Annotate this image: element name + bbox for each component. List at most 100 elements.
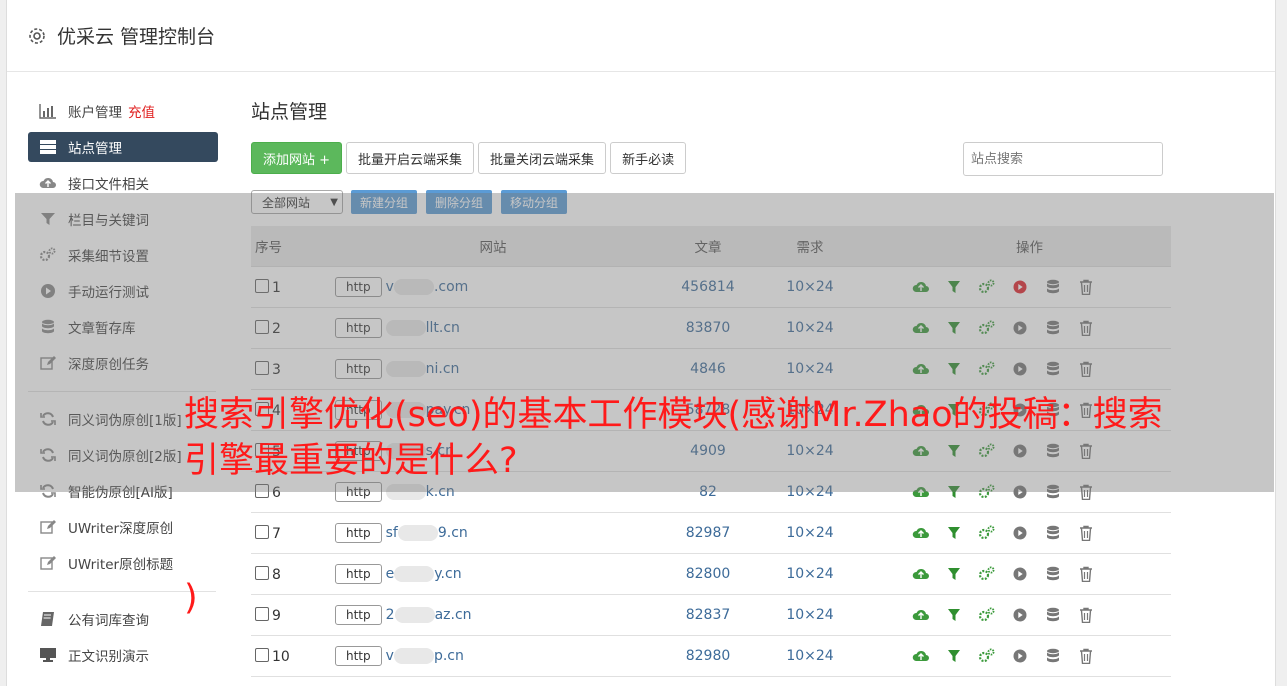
protocol-badge[interactable]: http [335,523,382,543]
site-domain-suffix[interactable]: y.cn [434,566,461,582]
filter-icon[interactable] [945,279,963,295]
trash-icon[interactable] [1077,648,1095,665]
sidebar-item-group3-1[interactable]: 正文识别演示 [28,640,218,670]
sidebar-item-group1-5[interactable]: 手动运行测试 [28,276,218,306]
site-domain-suffix[interactable]: .com [434,279,468,295]
play-icon[interactable] [1011,648,1029,664]
filter-icon[interactable] [945,566,963,582]
article-count[interactable]: 82837 [652,594,764,636]
play-icon[interactable] [1011,607,1029,623]
filter-icon[interactable] [945,525,963,541]
site-domain-suffix[interactable]: 9.cn [438,525,468,541]
site-domain-suffix[interactable]: llt.cn [426,320,460,336]
database-icon[interactable] [1044,566,1062,582]
database-icon[interactable] [1044,648,1062,664]
cogs-icon[interactable] [978,648,996,664]
play-icon[interactable] [1011,279,1029,295]
batch-disable-cloud-button[interactable]: 批量关闭云端采集 [478,142,607,174]
cogs-icon[interactable] [978,566,996,582]
site-domain-suffix[interactable]: ni.cn [426,361,460,377]
cloud-upload-icon[interactable] [912,648,930,664]
trash-icon[interactable] [1077,320,1095,337]
database-icon[interactable] [1044,525,1062,541]
sidebar-item-group1-6[interactable]: 文章暂存库 [28,312,218,342]
site-group-select[interactable]: 全部网站 ▼ [251,190,343,214]
add-site-button[interactable]: 添加网站 + [251,142,343,174]
beginner-guide-button[interactable]: 新手必读 [610,142,687,174]
cloud-upload-icon[interactable] [912,566,930,582]
site-domain-suffix[interactable]: p.cn [434,648,464,664]
site-domain-prefix[interactable]: e [386,566,395,582]
protocol-badge[interactable]: http [335,564,382,584]
site-domain-prefix[interactable]: v [386,648,394,664]
sidebar-item-group1-1[interactable]: 站点管理 [28,132,218,162]
demand-value[interactable]: 10×24 [764,512,856,554]
database-icon[interactable] [1044,607,1062,623]
site-domain-suffix[interactable]: k.cn [426,484,455,500]
article-count[interactable]: 82980 [652,635,764,677]
cloud-upload-icon[interactable] [912,279,930,295]
trash-icon[interactable] [1077,361,1095,378]
cloud-upload-icon[interactable] [912,607,930,623]
protocol-badge[interactable]: http [335,482,382,502]
database-icon[interactable] [1044,320,1062,336]
article-count[interactable]: 456814 [652,266,764,308]
sidebar-item-group1-3[interactable]: 栏目与关键词 [28,204,218,234]
database-icon[interactable] [1044,484,1062,500]
site-domain-prefix[interactable]: sf [386,525,398,541]
filter-icon[interactable] [945,648,963,664]
protocol-badge[interactable]: http [335,318,382,338]
play-icon[interactable] [1011,484,1029,500]
cloud-upload-icon[interactable] [912,361,930,377]
database-icon[interactable] [1044,279,1062,295]
filter-icon[interactable] [945,607,963,623]
play-icon[interactable] [1011,320,1029,336]
demand-value[interactable]: 10×24 [764,266,856,308]
cogs-icon[interactable] [978,484,996,500]
trash-icon[interactable] [1077,279,1095,296]
row-checkbox[interactable] [255,565,269,580]
demand-value[interactable]: 10×24 [764,553,856,595]
sidebar-item-group1-7[interactable]: 深度原创任务 [28,348,218,378]
row-checkbox[interactable] [255,278,269,293]
sidebar-item-group2-3[interactable]: UWriter深度原创 [28,512,218,542]
protocol-badge[interactable]: http [335,605,382,625]
protocol-badge[interactable]: http [335,277,382,297]
cloud-upload-icon[interactable] [912,484,930,500]
site-domain-suffix[interactable]: az.cn [435,607,472,623]
site-search-input[interactable] [963,142,1163,176]
sidebar-item-group1-0[interactable]: 账户管理 充值 [28,96,218,126]
sidebar-item-group1-4[interactable]: 采集细节设置 [28,240,218,270]
cloud-upload-icon[interactable] [912,525,930,541]
filter-icon[interactable] [945,320,963,336]
protocol-badge[interactable]: http [335,646,382,666]
batch-enable-cloud-button[interactable]: 批量开启云端采集 [346,142,475,174]
demand-value[interactable]: 10×24 [764,635,856,677]
row-checkbox[interactable] [255,606,269,621]
article-count[interactable]: 83870 [652,307,764,349]
play-icon[interactable] [1011,361,1029,377]
row-checkbox[interactable] [255,360,269,375]
move-group-button[interactable]: 移动分组 [501,190,568,214]
row-checkbox[interactable] [255,319,269,334]
filter-icon[interactable] [945,361,963,377]
article-count[interactable]: 4846 [652,348,764,390]
trash-icon[interactable] [1077,566,1095,583]
demand-value[interactable]: 10×24 [764,348,856,390]
article-count[interactable]: 82987 [652,512,764,554]
sidebar-item-group1-2[interactable]: 接口文件相关 [28,168,218,198]
new-group-button[interactable]: 新建分组 [351,190,418,214]
trash-icon[interactable] [1077,525,1095,542]
demand-value[interactable]: 10×24 [764,594,856,636]
cogs-icon[interactable] [978,279,996,295]
site-domain-prefix[interactable]: 2 [386,607,395,623]
cogs-icon[interactable] [978,361,996,377]
delete-group-button[interactable]: 删除分组 [426,190,493,214]
cogs-icon[interactable] [978,320,996,336]
play-icon[interactable] [1011,525,1029,541]
article-count[interactable]: 82800 [652,553,764,595]
cogs-icon[interactable] [978,525,996,541]
play-icon[interactable] [1011,566,1029,582]
demand-value[interactable]: 10×24 [764,307,856,349]
row-checkbox[interactable] [255,483,269,498]
